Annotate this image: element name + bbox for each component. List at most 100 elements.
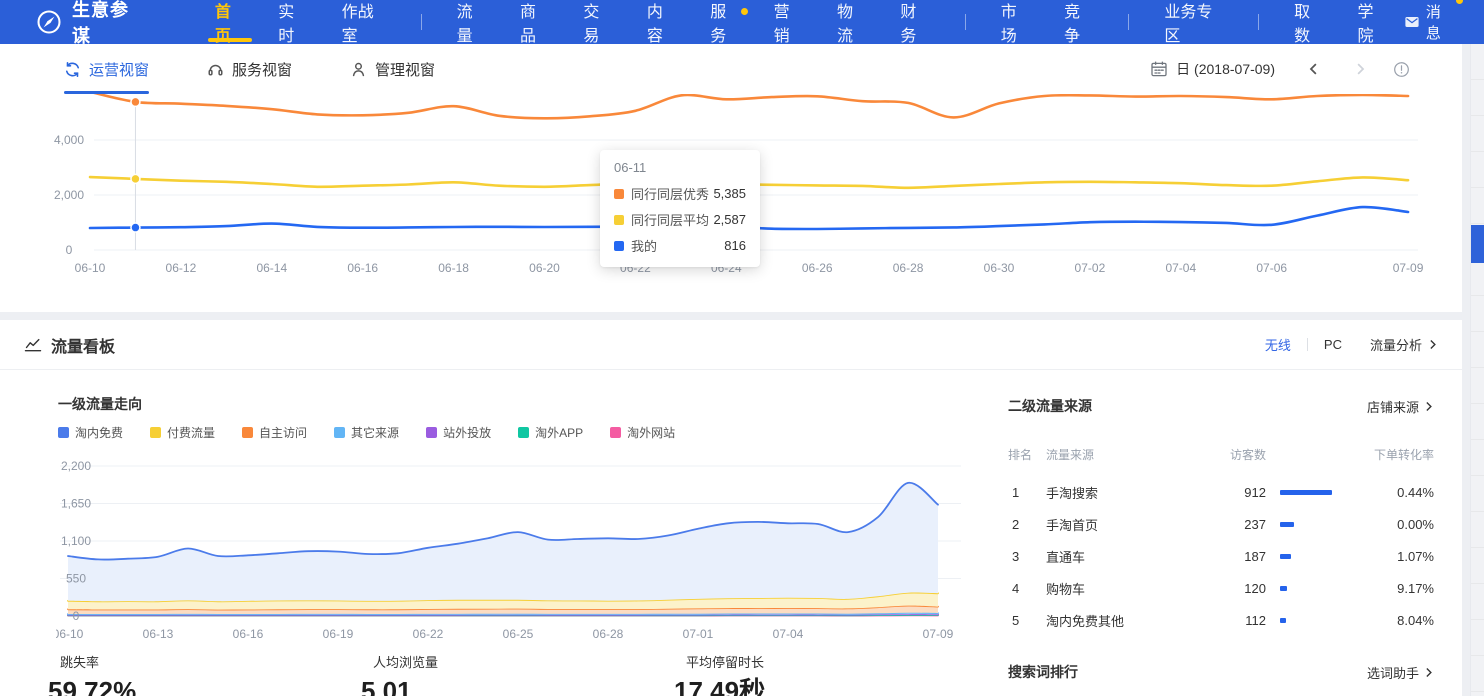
legend-item-other-sources[interactable]: 其它来源 <box>334 424 399 441</box>
nav-item-business-zone[interactable]: 业务专区 <box>1164 0 1223 44</box>
svg-text:550: 550 <box>66 572 86 586</box>
prev-date-button[interactable] <box>1303 58 1325 80</box>
nav-item-market[interactable]: 市场 <box>1001 0 1030 44</box>
legend-item-offsite-ads[interactable]: 站外投放 <box>426 424 491 441</box>
legend-item-direct-visit[interactable]: 自主访问 <box>242 424 307 441</box>
stat-value: 59.72% <box>48 676 136 696</box>
source-bar-cell <box>1266 554 1350 559</box>
nav-item-label: 交易 <box>583 0 612 46</box>
brand[interactable]: 生意参谋 <box>36 0 144 48</box>
info-icon[interactable] <box>1393 61 1410 78</box>
view-tab-management-view[interactable]: 管理视窗 <box>350 44 435 94</box>
view-tab-label: 管理视窗 <box>375 59 435 80</box>
legend-item-offsite-website[interactable]: 淘外网站 <box>610 424 675 441</box>
source-conversion: 0.44% <box>1350 485 1434 500</box>
date-picker[interactable]: 日 (2018-07-09) <box>1150 59 1275 79</box>
nav-item-trade[interactable]: 交易 <box>583 0 612 44</box>
source-rank: 4 <box>1008 581 1046 596</box>
refresh-icon <box>64 61 81 78</box>
search-words-header: 搜索词排行 选词助手 <box>1008 660 1434 684</box>
svg-text:06-10: 06-10 <box>56 627 84 641</box>
nav-item-home[interactable]: 首页 <box>215 0 244 44</box>
page-scrollbar[interactable] <box>1470 44 1484 696</box>
primary-traffic-area-chart[interactable]: 05501,1001,6502,20006-1006-1306-1606-190… <box>56 455 972 650</box>
nav-divider <box>965 14 966 30</box>
nav-item-marketing[interactable]: 营销 <box>774 0 803 44</box>
nav-item-label: 取数 <box>1294 0 1323 46</box>
headset-icon <box>207 61 224 78</box>
source-row[interactable]: 2手淘首页2370.00% <box>1008 508 1434 540</box>
svg-text:06-30: 06-30 <box>984 261 1015 275</box>
nav-item-logistics[interactable]: 物流 <box>837 0 866 44</box>
nav-item-label: 财务 <box>900 0 929 46</box>
sources-column-header: 访客数 <box>1194 446 1266 463</box>
nav-item-label: 作战室 <box>342 0 386 46</box>
calendar-icon <box>1150 60 1168 78</box>
source-conversion: 1.07% <box>1350 549 1434 564</box>
svg-text:06-10: 06-10 <box>75 261 106 275</box>
source-row[interactable]: 1手淘搜索9120.44% <box>1008 476 1434 508</box>
legend-item-paid-traffic[interactable]: 付费流量 <box>150 424 215 441</box>
source-conversion: 8.04% <box>1350 613 1434 628</box>
nav-item-product[interactable]: 商品 <box>520 0 549 44</box>
stats-row: 跳失率59.72%人均浏览量5.01平均停留时长17.49秒 <box>0 654 960 696</box>
svg-text:2,000: 2,000 <box>54 188 84 202</box>
stat-block: 平均停留时长17.49秒 <box>674 654 765 696</box>
svg-text:07-01: 07-01 <box>683 627 714 641</box>
source-row[interactable]: 3直通车1871.07% <box>1008 540 1434 572</box>
source-row[interactable]: 4购物车1209.17% <box>1008 572 1434 604</box>
view-tab-label: 服务视窗 <box>232 59 292 80</box>
nav-message[interactable]: 消息 <box>1404 1 1454 43</box>
legend-label: 站外投放 <box>443 424 491 441</box>
nav-item-label: 物流 <box>837 0 866 46</box>
sources-column-header: 流量来源 <box>1046 446 1194 463</box>
top-nav: 生意参谋 首页实时作战室流量商品交易内容服务营销物流财务市场竞争业务专区取数学院… <box>0 0 1484 44</box>
scrollbar-thumb[interactable] <box>1471 225 1484 263</box>
legend-item-offsite-app[interactable]: 淘外APP <box>518 424 583 441</box>
legend-swatch <box>610 427 621 438</box>
search-words-title: 搜索词排行 <box>1008 662 1078 682</box>
nav-item-realtime[interactable]: 实时 <box>278 0 307 44</box>
stat-block: 跳失率59.72% <box>48 654 136 696</box>
svg-text:07-06: 07-06 <box>1256 261 1287 275</box>
source-row[interactable]: 5淘内免费其他1128.04% <box>1008 604 1434 636</box>
area-chart-legend: 淘内免费 付费流量 自主访问 其它来源 站外投放 淘外APP 淘外网站 <box>58 424 702 440</box>
word-helper-link[interactable]: 选词助手 <box>1367 663 1434 682</box>
svg-text:06-24: 06-24 <box>711 261 742 275</box>
source-name: 手淘首页 <box>1046 515 1194 534</box>
chevron-left-icon <box>1307 62 1321 76</box>
shop-source-link[interactable]: 店铺来源 <box>1367 397 1434 416</box>
nav-item-label: 市场 <box>1001 0 1030 46</box>
traffic-board-title: 流量看板 <box>51 333 115 357</box>
next-date-button[interactable] <box>1349 58 1371 80</box>
view-tabs: 运营视窗 服务视窗 管理视窗 <box>64 44 435 94</box>
source-visitors-bar <box>1280 586 1287 591</box>
nav-item-war-room[interactable]: 作战室 <box>342 0 386 44</box>
nav-item-finance[interactable]: 财务 <box>900 0 929 44</box>
legend-label: 淘内免费 <box>75 424 123 441</box>
nav-item-content[interactable]: 内容 <box>647 0 676 44</box>
industry-trend-chart[interactable]: 02,0004,00006-1006-1206-1406-1606-1806-2… <box>50 94 1462 284</box>
nav-item-label: 营销 <box>774 0 803 46</box>
nav-item-traffic[interactable]: 流量 <box>457 0 486 44</box>
nav-item-competition[interactable]: 竞争 <box>1064 0 1093 44</box>
source-visitors-bar <box>1280 554 1291 559</box>
nav-item-label: 首页 <box>215 0 244 46</box>
sources-table-header: 排名流量来源访客数下单转化率 <box>1008 446 1434 463</box>
source-bar-cell <box>1266 618 1350 623</box>
view-tab-operation-view[interactable]: 运营视窗 <box>64 44 149 94</box>
source-rank: 1 <box>1008 485 1046 500</box>
svg-text:0: 0 <box>66 243 73 257</box>
secondary-sources-title: 二级流量来源 <box>1008 396 1092 416</box>
nav-item-academy[interactable]: 学院 <box>1357 0 1386 44</box>
nav-item-data-extract[interactable]: 取数 <box>1294 0 1323 44</box>
legend-label: 其它来源 <box>351 424 399 441</box>
svg-text:07-09: 07-09 <box>1393 261 1424 275</box>
svg-text:0: 0 <box>73 609 80 623</box>
secondary-sources-section: 二级流量来源 店铺来源 排名流量来源访客数下单转化率 1手淘搜索9120.44%… <box>1008 320 1434 696</box>
svg-text:06-16: 06-16 <box>233 627 264 641</box>
nav-item-label: 竞争 <box>1064 0 1093 46</box>
nav-item-service[interactable]: 服务 <box>710 0 739 44</box>
view-tab-service-view[interactable]: 服务视窗 <box>207 44 292 94</box>
legend-item-taobao-free[interactable]: 淘内免费 <box>58 424 123 441</box>
